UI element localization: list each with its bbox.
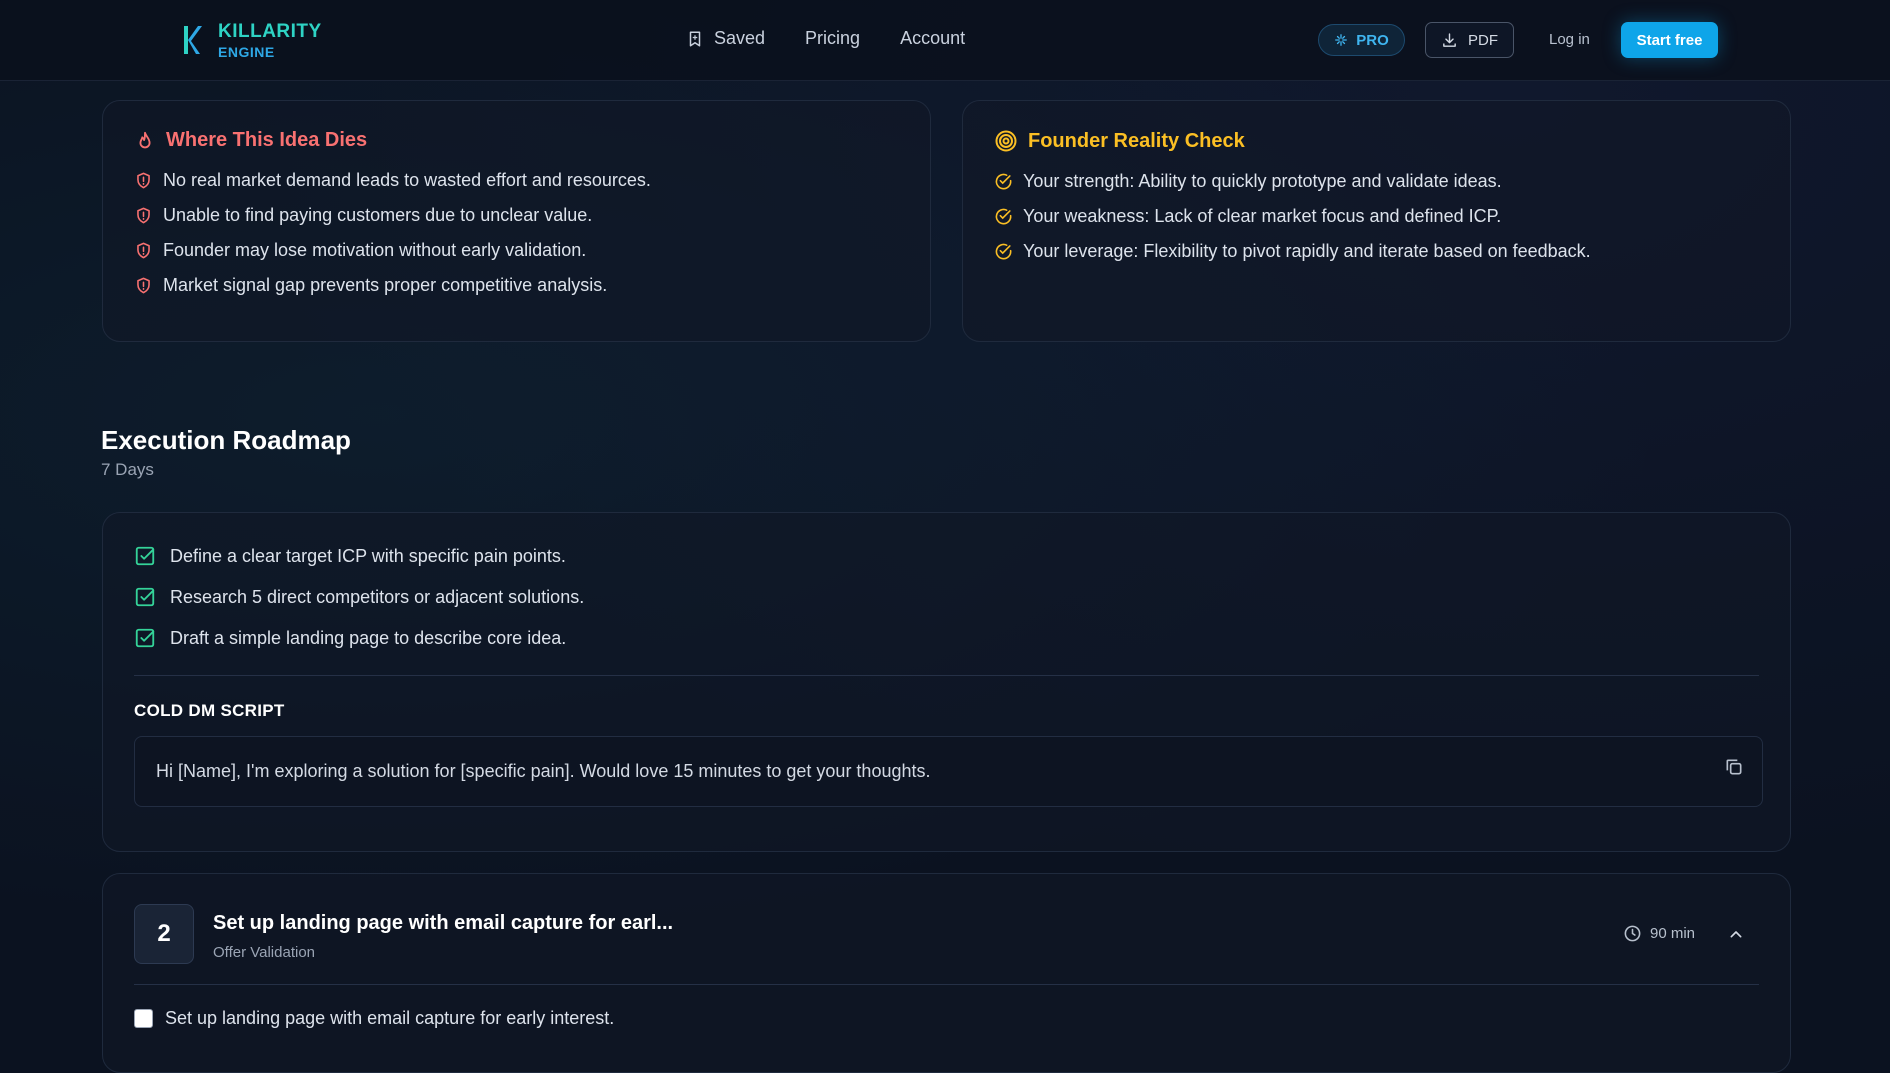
top-nav: KILLARITY ENGINE Saved Pricing Account P… [0,0,1890,81]
pro-badge[interactable]: PRO [1318,24,1405,56]
target-icon [995,130,1017,152]
bookmark-icon [689,31,701,46]
logo-mark-icon [184,26,202,54]
sparkle-icon [1335,34,1348,46]
divider [134,984,1759,985]
nav-account[interactable]: Account [900,28,965,49]
pdf-label: PDF [1468,31,1498,49]
reality-check-heading: Founder Reality Check [994,129,1759,153]
pro-label: PRO [1356,31,1389,49]
nav-account-label: Account [900,28,966,48]
step-number: 2 [134,904,194,964]
task-item[interactable]: Research 5 direct competitors or adjacen… [134,586,584,608]
shield-alert-icon [137,277,150,294]
list-item-text: Market signal gap prevents proper compet… [163,275,608,295]
reality-check-card: Founder Reality Check Your strength: Abi… [962,100,1791,342]
roadmap-subtitle: 7 Days [101,460,154,479]
logo-title: KILLARITY [218,20,322,42]
nav-saved-label: Saved [714,28,766,48]
cold-dm-label: COLD DM SCRIPT [134,701,285,720]
task-item[interactable]: Draft a simple landing page to describe … [134,627,584,649]
idea-dies-heading: Where This Idea Dies [134,129,899,152]
divider [134,675,1759,676]
shield-alert-icon [137,207,150,224]
roadmap-step-2-card: 2 Set up landing page with email capture… [102,873,1791,1073]
reality-check-title: Founder Reality Check [1028,129,1245,152]
chevron-up-icon[interactable] [1728,926,1744,942]
idea-dies-title: Where This Idea Dies [166,129,368,151]
shield-alert-icon [137,242,150,259]
nav-saved[interactable]: Saved [686,28,765,49]
subtask-text: Set up landing page with email capture f… [165,1008,615,1028]
copy-icon[interactable] [1724,757,1744,777]
task-text: Define a clear target ICP with specific … [170,545,566,566]
reality-check-list: Your strength: Ability to quickly protot… [994,171,1759,262]
idea-dies-list: No real market demand leads to wasted ef… [134,170,899,296]
list-item-text: Unable to find paying customers due to u… [163,205,593,225]
list-item: Market signal gap prevents proper compet… [134,275,899,296]
list-item: Your strength: Ability to quickly protot… [994,171,1759,192]
cold-dm-script-text: Hi [Name], I'm exploring a solution for … [156,761,931,781]
clock-icon [1624,925,1641,942]
task-item[interactable]: Define a clear target ICP with specific … [134,545,584,567]
roadmap-step-1-card: Define a clear target ICP with specific … [102,512,1791,852]
roadmap-title: Execution Roadmap [101,425,351,455]
task-text: Draft a simple landing page to describe … [170,627,567,648]
subtask-checkbox[interactable] [134,1009,153,1028]
download-icon [1443,32,1456,47]
step-category: Offer Validation [213,944,316,961]
cold-dm-script-box[interactable]: Hi [Name], I'm exploring a solution for … [134,736,1763,807]
list-item-text: Your strength: Ability to quickly protot… [1023,171,1502,191]
nav-pricing-label: Pricing [805,28,861,48]
list-item: Founder may lose motivation without earl… [134,240,899,261]
list-item-text: Founder may lose motivation without earl… [163,240,587,260]
list-item-text: No real market demand leads to wasted ef… [163,170,651,190]
shield-alert-icon [137,172,150,189]
list-item: Unable to find paying customers due to u… [134,205,899,226]
list-item: Your leverage: Flexibility to pivot rapi… [994,241,1759,262]
list-item-text: Your leverage: Flexibility to pivot rapi… [1023,241,1591,261]
pdf-download-button[interactable]: PDF [1425,22,1514,58]
start-free-button[interactable]: Start free [1621,22,1718,58]
step-duration: 90 min [1623,924,1695,943]
check-circle-icon [995,173,1012,190]
login-link[interactable]: Log in [1549,31,1590,48]
step-duration-text: 90 min [1650,925,1696,942]
subtask-item[interactable]: Set up landing page with email capture f… [134,1008,614,1029]
check-circle-icon [995,243,1012,260]
list-item: Your weakness: Lack of clear market focu… [994,206,1759,227]
checkbox-checked-icon [135,587,155,607]
main-nav: Saved Pricing Account [686,28,965,49]
checkbox-checked-icon [135,628,155,648]
logo[interactable]: KILLARITY ENGINE [176,20,322,60]
check-circle-icon [995,208,1012,225]
checkbox-checked-icon [135,546,155,566]
idea-dies-card: Where This Idea Dies No real market dema… [102,100,931,342]
flame-icon [139,131,151,148]
task-text: Research 5 direct competitors or adjacen… [170,586,585,607]
logo-subtitle: ENGINE [218,43,275,60]
nav-pricing[interactable]: Pricing [805,28,860,49]
list-item: No real market demand leads to wasted ef… [134,170,899,191]
list-item-text: Your weakness: Lack of clear market focu… [1023,206,1502,226]
step-title[interactable]: Set up landing page with email capture f… [213,912,673,935]
